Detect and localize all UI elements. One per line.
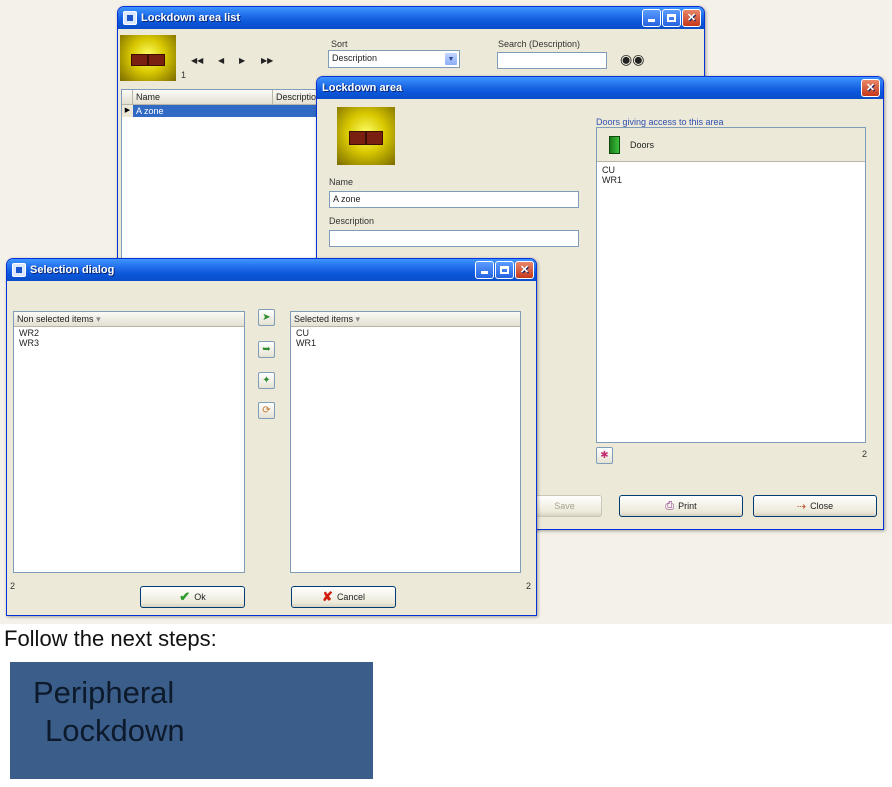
column-header-description[interactable]: Description — [273, 90, 321, 104]
non-selected-header[interactable]: Non selected items ▾ — [14, 312, 244, 327]
close-button[interactable]: ⇢ Close — [753, 495, 877, 517]
cancel-x-icon: ✘ — [322, 589, 333, 604]
name-label: Name — [329, 177, 354, 187]
exit-icon: ⇢ — [796, 500, 807, 513]
ok-button[interactable]: ✔ Ok — [140, 586, 245, 608]
banner-line-2: Lockdown — [45, 713, 185, 748]
list-item[interactable]: WR1 — [291, 338, 520, 348]
lockdown-area-icon — [337, 107, 395, 165]
move-right-button[interactable]: ➤ — [258, 309, 275, 326]
print-button[interactable]: ⎙ Print — [619, 495, 743, 517]
cancel-button[interactable]: ✘ Cancel — [291, 586, 396, 608]
previous-record-icon[interactable]: ◀ — [218, 56, 224, 65]
list-window-title: Lockdown area list — [141, 12, 241, 24]
column-header-name[interactable]: Name — [133, 90, 273, 104]
printer-icon: ⎙ — [665, 499, 675, 512]
peripheral-lockdown-banner: Peripheral Lockdown — [10, 662, 373, 779]
selected-count: 2 — [526, 581, 532, 591]
selection-dialog-title: Selection dialog — [30, 264, 115, 276]
save-button[interactable]: Save — [527, 495, 602, 517]
search-label: Search (Description) — [498, 39, 581, 49]
list-item[interactable]: WR1 — [597, 175, 865, 185]
maximize-button[interactable] — [495, 261, 514, 279]
selection-dialog-window: Selection dialog Non selected items ▾ WR… — [6, 258, 537, 616]
non-selected-header-label: Non selected items — [17, 314, 94, 324]
minimize-button[interactable] — [642, 9, 661, 27]
cancel-label: Cancel — [336, 592, 365, 602]
selection-dialog-titlebar[interactable]: Selection dialog — [7, 259, 536, 281]
list-item[interactable]: CU — [597, 165, 865, 175]
next-record-icon[interactable]: ▶ — [239, 56, 245, 65]
close-label: Close — [810, 501, 834, 511]
doors-group-label: Doors giving access to this area — [596, 117, 724, 127]
instruction-caption: Follow the next steps: — [4, 626, 217, 651]
lockdown-area-icon — [120, 35, 176, 81]
selected-items-list[interactable]: Selected items ▾ CU WR1 — [290, 311, 521, 573]
screenshot-area: Lockdown area list 1 ◀◀ ◀ ▶ ▶▶ Sort Desc… — [0, 0, 892, 624]
row-pointer-icon: ▶ — [122, 105, 133, 117]
app-icon — [12, 263, 26, 277]
banner-line-1: Peripheral — [33, 675, 175, 710]
area-window-titlebar[interactable]: Lockdown area — [317, 77, 883, 99]
binoculars-icon[interactable]: ◉◉ — [620, 51, 644, 67]
close-window-button[interactable] — [515, 261, 534, 279]
close-window-button[interactable] — [861, 79, 880, 97]
sort-arrow-icon: ▾ — [96, 314, 101, 324]
sort-value: Description — [332, 53, 378, 63]
edit-doors-button[interactable]: ✱ — [596, 447, 613, 464]
last-record-icon[interactable]: ▶▶ — [261, 56, 273, 65]
description-label: Description — [329, 216, 375, 226]
sort-label: Sort — [331, 39, 348, 49]
row-selector-header — [122, 90, 133, 104]
selected-header-label: Selected items — [294, 314, 354, 324]
move-all-right-button[interactable]: ➥ — [258, 341, 275, 358]
doors-list[interactable]: Doors CU WR1 — [596, 127, 866, 443]
move-left-button[interactable]: ✦ — [258, 372, 275, 389]
chevron-down-icon[interactable]: ▼ — [444, 52, 458, 66]
list-window-titlebar[interactable]: Lockdown area list — [118, 7, 704, 29]
list-item[interactable]: WR3 — [14, 338, 244, 348]
print-label: Print — [678, 501, 697, 511]
first-record-icon[interactable]: ◀◀ — [191, 56, 203, 65]
area-window-title: Lockdown area — [322, 82, 403, 94]
close-window-button[interactable] — [682, 9, 701, 27]
maximize-button[interactable] — [662, 9, 681, 27]
doors-header: Doors — [597, 128, 865, 162]
doors-header-label: Doors — [630, 139, 655, 150]
app-icon — [123, 11, 137, 25]
door-icon — [609, 135, 620, 154]
record-counter: 1 — [181, 70, 187, 80]
check-icon: ✔ — [179, 589, 191, 604]
row-name: A zone — [136, 106, 164, 116]
name-field[interactable]: A zone — [329, 191, 579, 208]
move-all-left-button[interactable]: ⟳ — [258, 402, 275, 419]
selected-header[interactable]: Selected items ▾ — [291, 312, 520, 327]
row-description — [273, 105, 276, 117]
non-selected-count: 2 — [10, 581, 16, 591]
minimize-button[interactable] — [475, 261, 494, 279]
sort-arrow-icon: ▾ — [355, 314, 361, 324]
description-field[interactable] — [329, 230, 579, 247]
search-input[interactable] — [497, 52, 607, 69]
save-label: Save — [554, 501, 575, 511]
ok-label: Ok — [194, 592, 206, 602]
list-item[interactable]: CU — [291, 328, 520, 338]
sort-dropdown[interactable]: Description ▼ — [328, 50, 460, 68]
doors-count: 2 — [862, 449, 868, 459]
list-item[interactable]: WR2 — [14, 328, 244, 338]
non-selected-items-list[interactable]: Non selected items ▾ WR2 WR3 — [13, 311, 245, 573]
